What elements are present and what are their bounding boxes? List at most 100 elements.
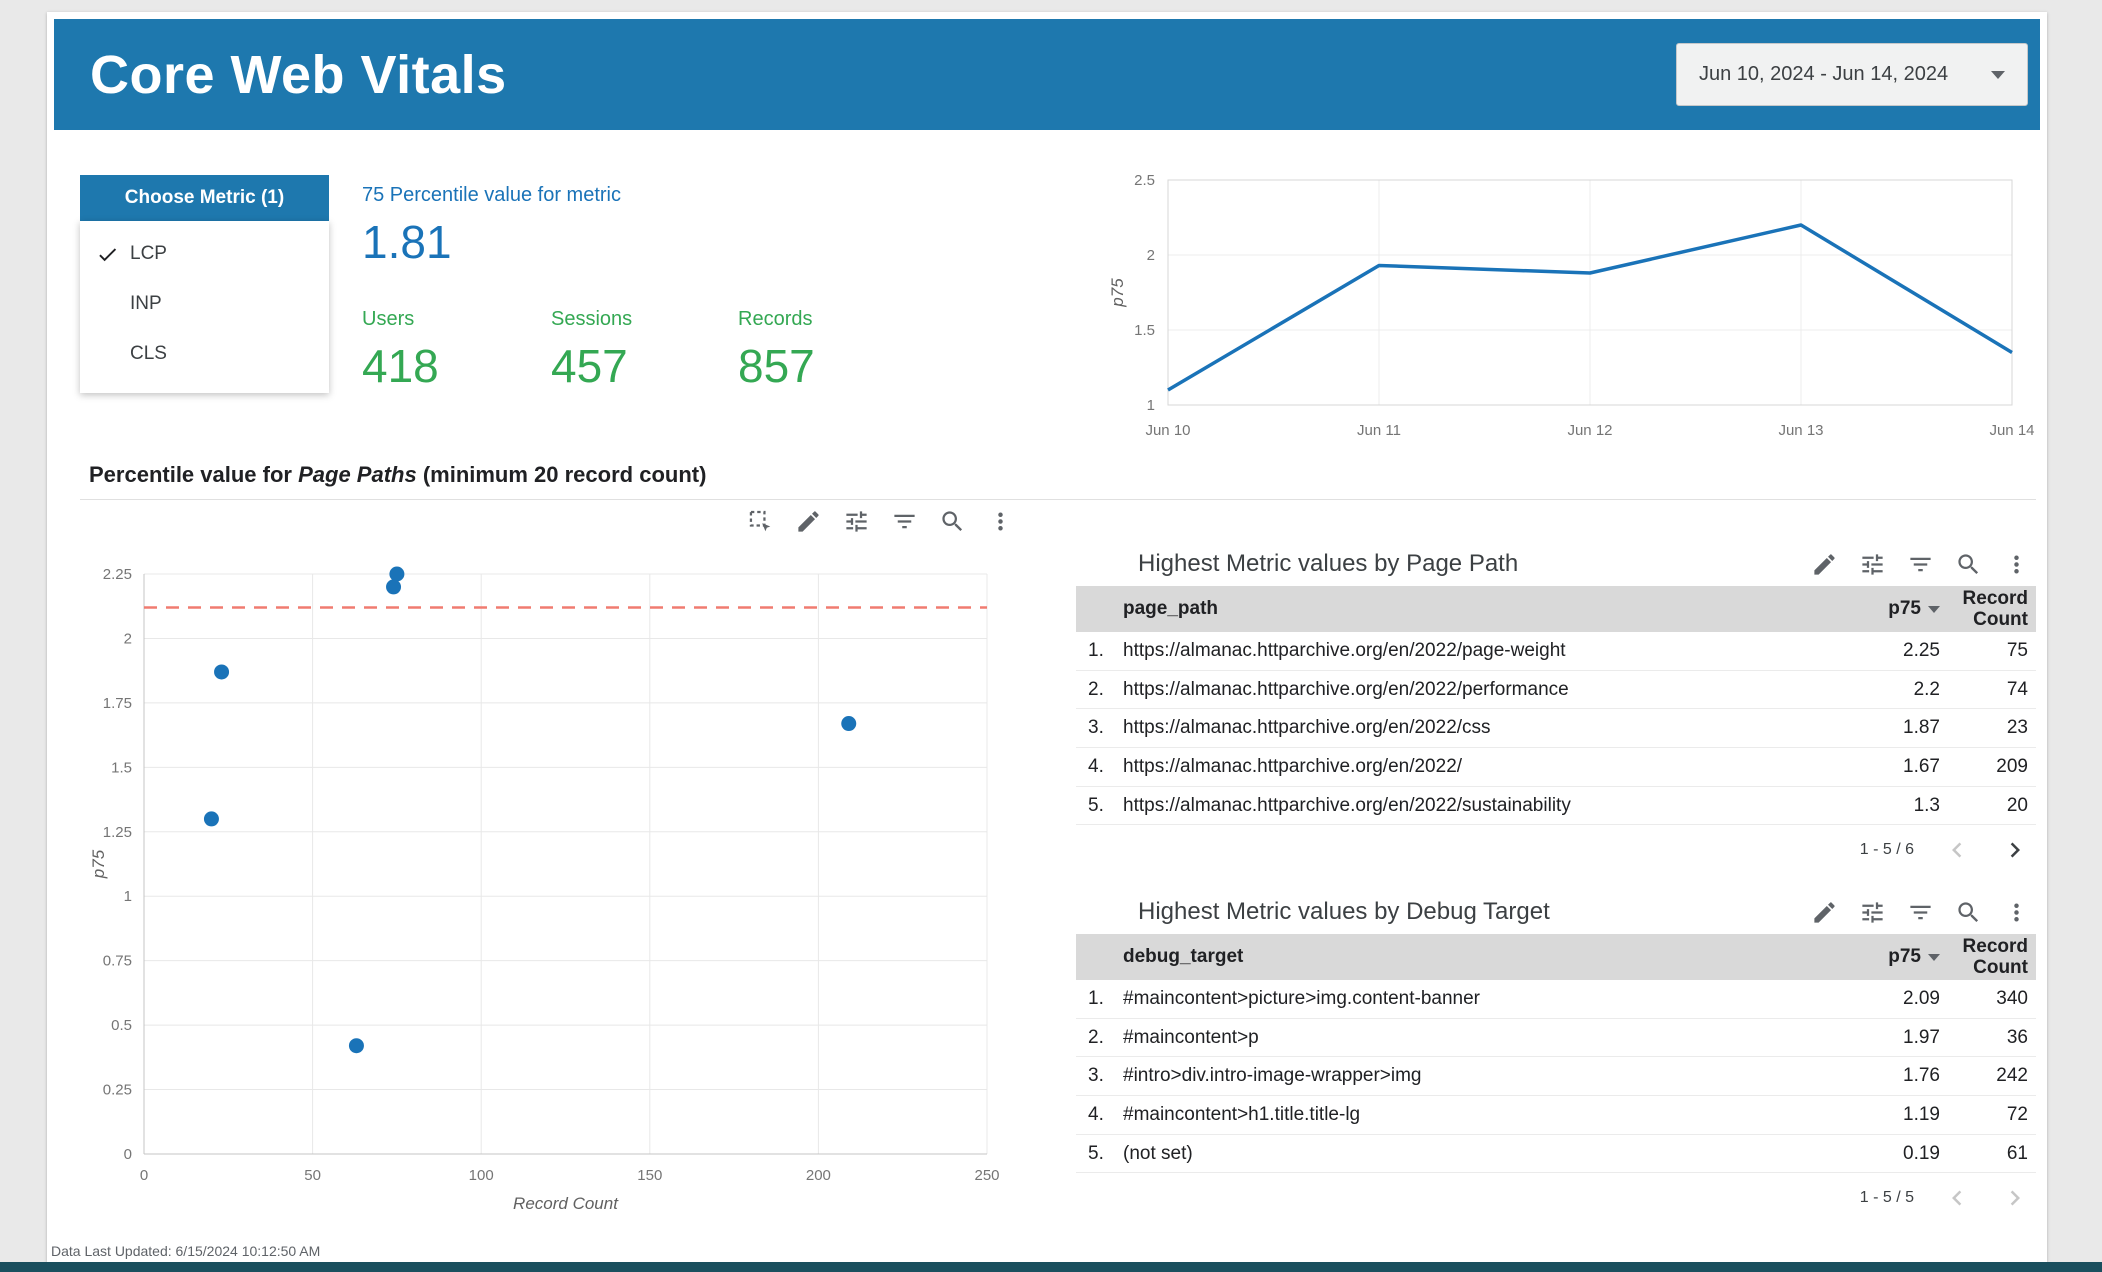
column-header-p75[interactable]: p75 xyxy=(1810,598,1940,620)
table-row[interactable]: 4. https://almanac.httparchive.org/en/20… xyxy=(1076,748,2036,787)
svg-text:1.5: 1.5 xyxy=(111,759,132,776)
table-row[interactable]: 1. #maincontent>picture>img.content-bann… xyxy=(1076,980,2036,1019)
table-pagination: 1 - 5 / 6 xyxy=(1076,825,2036,875)
zoom-icon[interactable] xyxy=(1955,899,1982,926)
next-page-icon[interactable] xyxy=(2000,835,2030,865)
row-index: 5. xyxy=(1088,794,1104,816)
section-divider xyxy=(80,499,2036,500)
row-dimension: #maincontent>picture>img.content-banner xyxy=(1123,987,1481,1009)
scorecard-records: Records 857 xyxy=(738,308,815,393)
column-header-p75-label: p75 xyxy=(1888,598,1921,619)
scorecard-label: Users xyxy=(362,308,415,330)
column-header-p75[interactable]: p75 xyxy=(1810,946,1940,968)
edit-icon[interactable] xyxy=(1811,899,1838,926)
edit-icon[interactable] xyxy=(1811,551,1838,578)
theme-footer-bar xyxy=(0,1262,2102,1272)
section-title-prefix: Percentile value for xyxy=(89,462,299,487)
table-row[interactable]: 3. #intro>div.intro-image-wrapper>img 1.… xyxy=(1076,1057,2036,1097)
metric-option-inp[interactable]: INP xyxy=(80,279,329,329)
table-debug-target: Highest Metric values by Debug Target de… xyxy=(1076,890,2036,1223)
row-record-count: 74 xyxy=(2006,678,2028,700)
filter-icon[interactable] xyxy=(1907,899,1934,926)
table-row[interactable]: 2. https://almanac.httparchive.org/en/20… xyxy=(1076,671,2036,710)
row-p75: 1.76 xyxy=(1903,1065,1940,1087)
table-pagination: 1 - 5 / 5 xyxy=(1076,1173,2036,1223)
scorecard-value: 457 xyxy=(551,340,628,392)
row-dimension: https://almanac.httparchive.org/en/2022/ xyxy=(1123,755,1463,777)
svg-text:150: 150 xyxy=(637,1167,662,1184)
table-row[interactable]: 1. https://almanac.httparchive.org/en/20… xyxy=(1076,632,2036,671)
scorecard-sessions: Sessions 457 xyxy=(551,308,632,393)
table-row[interactable]: 4. #maincontent>h1.title.title-lg 1.19 7… xyxy=(1076,1096,2036,1135)
prev-page-icon[interactable] xyxy=(1942,1183,1972,1213)
svg-text:50: 50 xyxy=(304,1167,321,1184)
row-p75: 2.09 xyxy=(1903,987,1940,1009)
data-point xyxy=(389,566,405,582)
zoom-icon[interactable] xyxy=(1955,551,1982,578)
table-row[interactable]: 5. https://almanac.httparchive.org/en/20… xyxy=(1076,787,2036,826)
svg-text:0.25: 0.25 xyxy=(103,1082,132,1099)
sort-desc-icon xyxy=(1928,953,1940,961)
column-header-debug-target[interactable]: debug_target xyxy=(1123,946,1810,968)
tune-icon[interactable] xyxy=(1859,551,1886,578)
filter-icon[interactable] xyxy=(1907,551,1934,578)
column-header-record-count[interactable]: Record Count xyxy=(1940,936,2036,978)
date-range-label: Jun 10, 2024 - Jun 14, 2024 xyxy=(1699,63,1949,85)
scatter-section-title: Percentile value for Page Paths (minimum… xyxy=(89,462,706,488)
table-body: 1. #maincontent>picture>img.content-bann… xyxy=(1076,980,2036,1174)
table-row[interactable]: 5. (not set) 0.19 61 xyxy=(1076,1135,2036,1174)
table-row[interactable]: 3. https://almanac.httparchive.org/en/20… xyxy=(1076,709,2036,749)
column-header-record-count[interactable]: Record Count xyxy=(1940,588,2036,630)
svg-text:1: 1 xyxy=(124,888,132,905)
pagination-range: 1 - 5 / 5 xyxy=(1859,1189,1914,1207)
column-header-page-path[interactable]: page_path xyxy=(1123,598,1810,620)
row-dimension: #intro>div.intro-image-wrapper>img xyxy=(1123,1065,1422,1087)
data-point xyxy=(348,1038,364,1054)
more-vert-icon[interactable] xyxy=(2003,899,2030,926)
svg-text:p75: p75 xyxy=(1108,278,1127,308)
svg-text:Record Count: Record Count xyxy=(513,1194,619,1213)
date-range-picker[interactable]: Jun 10, 2024 - Jun 14, 2024 xyxy=(1676,43,2028,106)
row-dimension: #maincontent>p xyxy=(1123,1026,1259,1048)
table-title: Highest Metric values by Debug Target xyxy=(1138,898,1550,925)
row-record-count: 209 xyxy=(1996,755,2028,777)
pagination-range: 1 - 5 / 6 xyxy=(1859,841,1914,859)
box-select-icon[interactable] xyxy=(747,508,774,535)
timeseries-chart[interactable]: 1 1.5 2 2.5 Jun 10 Jun 11 Jun 12 Jun 13 Jun 14 p7… xyxy=(1107,167,2037,447)
filter-icon[interactable] xyxy=(891,508,918,535)
metric-selector-header[interactable]: Choose Metric (1) xyxy=(80,175,329,221)
column-header-p75-label: p75 xyxy=(1888,946,1921,967)
svg-text:2.25: 2.25 xyxy=(103,566,132,583)
scatter-chart[interactable]: 0 0.25 0.5 0.75 1 1.25 1.5 1.75 2 2.25 0 50 100 150 20… xyxy=(92,557,1052,1222)
data-point xyxy=(214,664,230,680)
tune-icon[interactable] xyxy=(1859,899,1886,926)
prev-page-icon[interactable] xyxy=(1942,835,1972,865)
report-card: Core Web Vitals Jun 10, 2024 - Jun 14, 2… xyxy=(47,12,2047,1262)
row-index: 2. xyxy=(1088,678,1104,700)
table-titlebar: Highest Metric values by Debug Target xyxy=(1076,890,2036,934)
page-title: Core Web Vitals xyxy=(90,44,507,105)
more-vert-icon[interactable] xyxy=(987,508,1014,535)
report-header: Core Web Vitals Jun 10, 2024 - Jun 14, 2… xyxy=(54,19,2040,130)
row-dimension: https://almanac.httparchive.org/en/2022/… xyxy=(1123,678,1569,700)
row-index: 5. xyxy=(1088,1142,1104,1164)
more-vert-icon[interactable] xyxy=(2003,551,2030,578)
row-p75: 1.19 xyxy=(1903,1103,1940,1125)
row-index: 4. xyxy=(1088,755,1104,777)
svg-text:1: 1 xyxy=(1147,397,1155,414)
row-index: 3. xyxy=(1088,1065,1104,1087)
svg-text:0.75: 0.75 xyxy=(103,953,132,970)
row-dimension: https://almanac.httparchive.org/en/2022/… xyxy=(1123,717,1491,739)
svg-text:0: 0 xyxy=(124,1146,132,1163)
row-index: 3. xyxy=(1088,717,1104,739)
tune-icon[interactable] xyxy=(843,508,870,535)
table-row[interactable]: 2. #maincontent>p 1.97 36 xyxy=(1076,1019,2036,1058)
next-page-icon[interactable] xyxy=(2000,1183,2030,1213)
metric-option-cls[interactable]: CLS xyxy=(80,329,329,379)
table-page-path: Highest Metric values by Page Path page_… xyxy=(1076,542,2036,875)
metric-option-lcp[interactable]: LCP xyxy=(80,229,329,279)
scorecard-label: Sessions xyxy=(551,308,633,330)
edit-icon[interactable] xyxy=(795,508,822,535)
row-index: 1. xyxy=(1088,639,1104,661)
zoom-icon[interactable] xyxy=(939,508,966,535)
